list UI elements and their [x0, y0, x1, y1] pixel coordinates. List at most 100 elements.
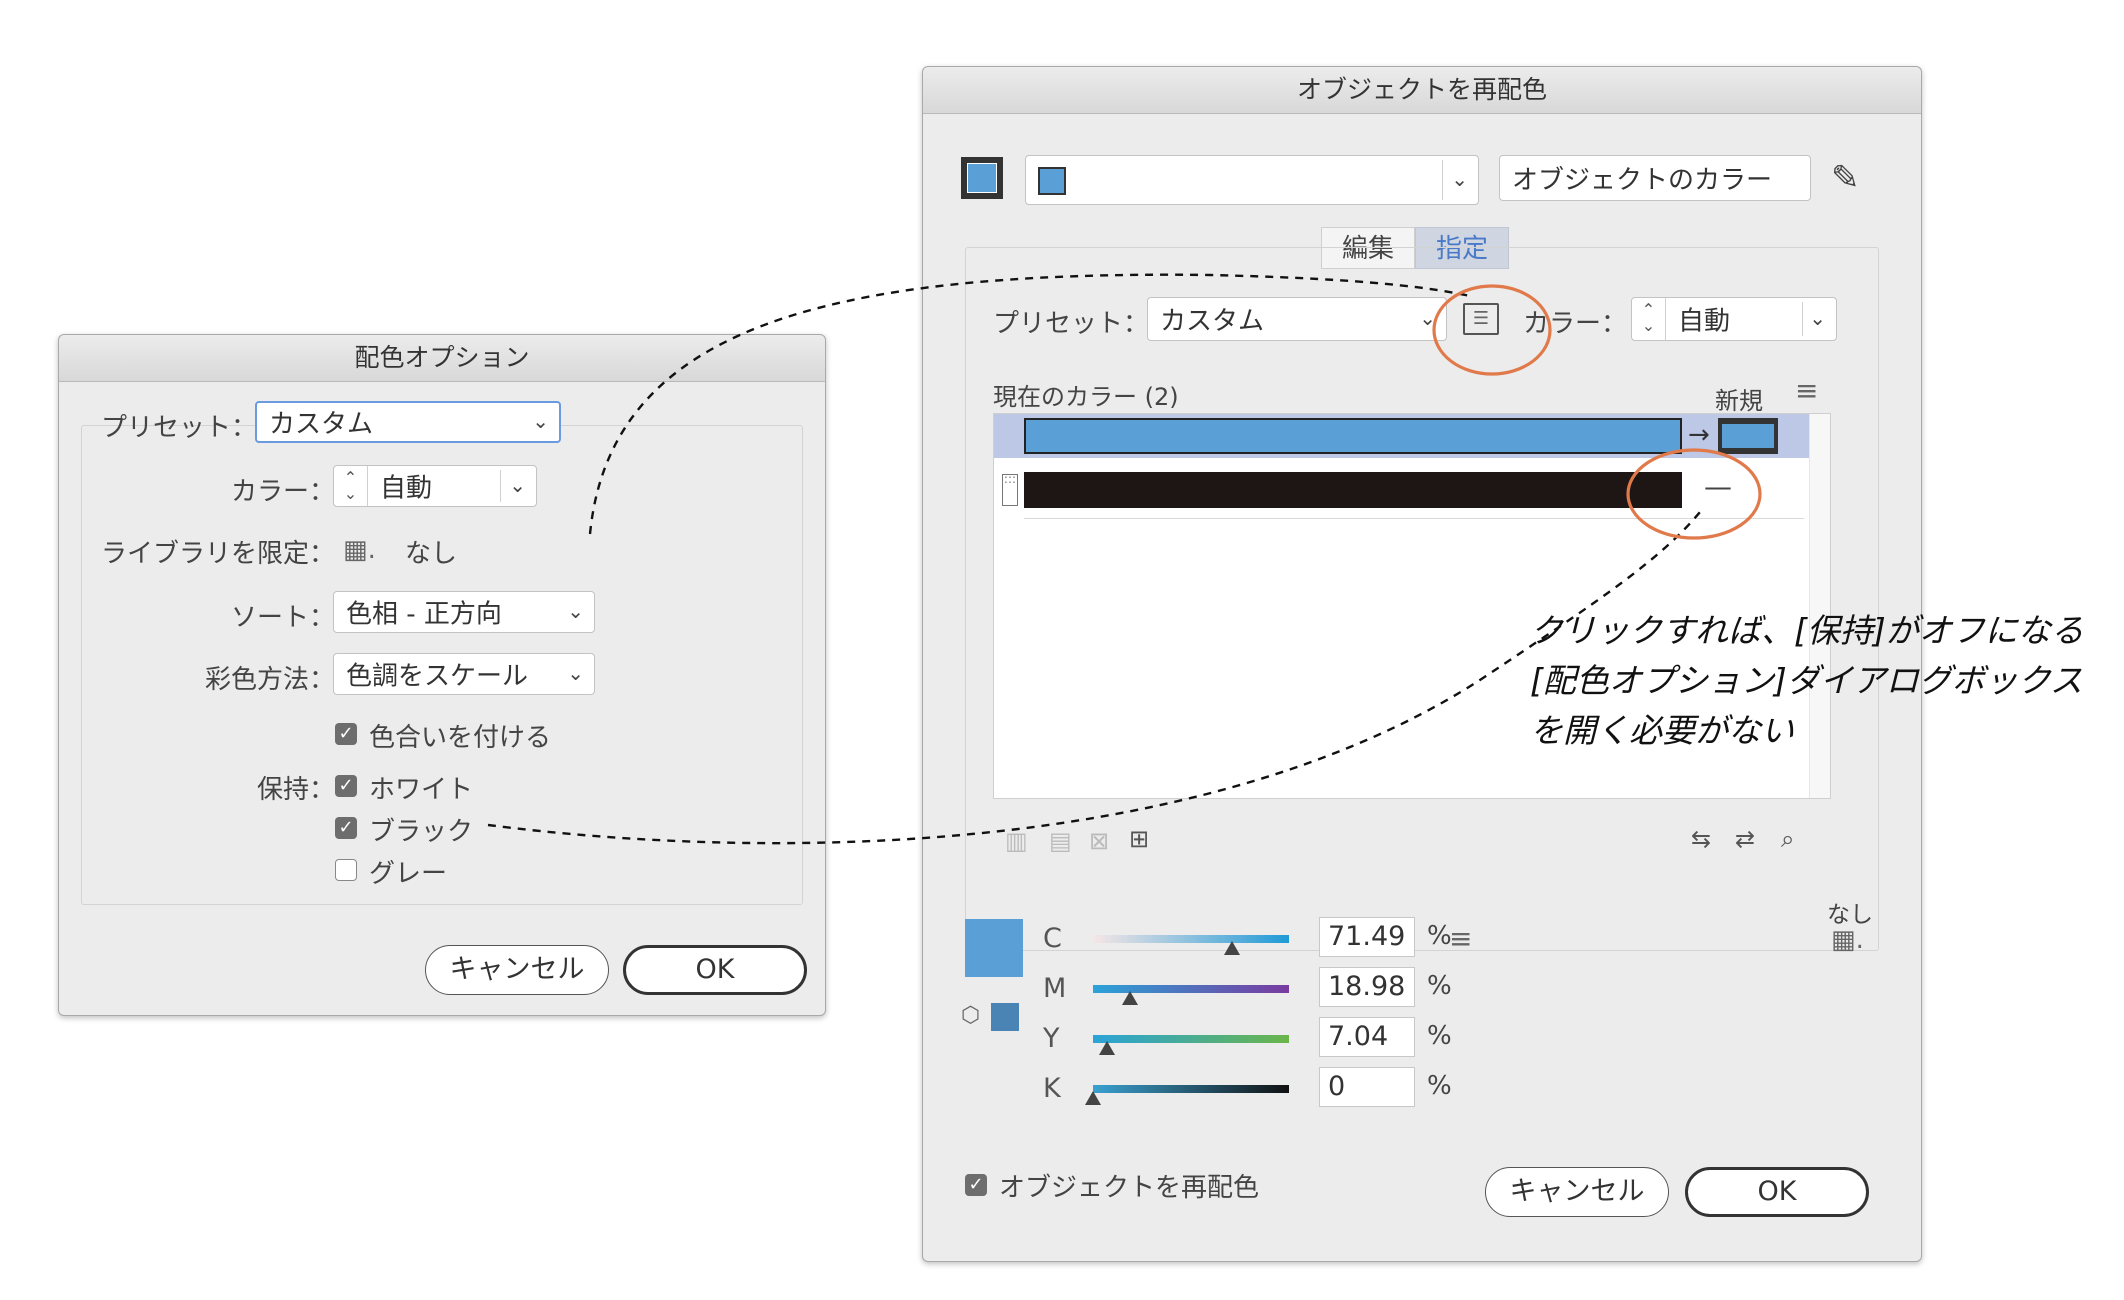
ok-button[interactable]: OK — [623, 945, 807, 995]
chevron-down-icon: ⌄ — [567, 660, 584, 685]
selected-color-swatch[interactable] — [965, 919, 1023, 977]
stepper-icon[interactable]: ⌃ ⌄ — [1632, 298, 1666, 340]
table-row[interactable]: ::: — — [994, 468, 1810, 512]
coloring-method-value: 色調をスケール — [346, 661, 529, 692]
annotation-line-2: [配色オプション]ダイアログボックス — [1530, 661, 2083, 700]
new-label: 新規 — [1715, 387, 1763, 415]
stepper-icon[interactable]: ⌃ ⌄ — [334, 466, 368, 506]
annotation-line-3: を開く必要がない — [1530, 711, 1794, 750]
slider-track[interactable] — [1093, 1035, 1289, 1043]
color-count-value: 自動 — [380, 473, 433, 504]
slider-value-field[interactable]: 0 — [1319, 1067, 1415, 1107]
slider-row-y: Y 7.04% — [1043, 1015, 1463, 1065]
library-grid-icon[interactable]: ▦. — [343, 537, 376, 563]
randomize-saturation-icon[interactable]: ⇄ — [1735, 827, 1755, 851]
chevron-down-icon: ⌄ — [509, 472, 526, 497]
cmyk-sliders: C 71.49% M 18.98% Y 7.04% K 0% — [1043, 915, 1463, 1135]
randomize-order-icon[interactable]: ⇆ — [1691, 827, 1711, 851]
slider-thumb[interactable] — [1224, 941, 1241, 955]
library-value: なし — [405, 539, 458, 569]
slider-label: K — [1043, 1073, 1061, 1104]
preserve-gray-label: グレー — [369, 859, 448, 889]
sort-select[interactable]: 色相 - 正方向 ⌄ — [333, 591, 595, 633]
color-group-select[interactable]: ⌄ — [1025, 155, 1479, 205]
table-row[interactable]: → — [994, 414, 1810, 458]
slider-row-c: C 71.49% — [1043, 915, 1463, 965]
color-options-dialog: 配色オプション プリセット： カスタム ⌄ カラー： ⌃ ⌄ 自動 ⌄ ライブラリ… — [58, 334, 826, 1016]
preserve-gray-checkbox[interactable] — [335, 859, 357, 881]
color-count-select[interactable]: ⌃ ⌄ 自動 ⌄ — [333, 465, 537, 507]
preset-value: カスタム — [269, 409, 374, 440]
cancel-button[interactable]: キャンセル — [1485, 1167, 1669, 1217]
out-of-gamut-cube-icon[interactable]: ⬡ — [961, 1005, 980, 1027]
slider-unit: % — [1427, 1071, 1452, 1101]
none-label: なし — [1827, 902, 1873, 928]
color-group-handle[interactable]: ::: — [1002, 473, 1018, 506]
preset-select[interactable]: カスタム ⌄ — [255, 401, 561, 443]
slider-unit: % — [1427, 1021, 1452, 1051]
menu-icon[interactable]: ≡ — [1449, 925, 1472, 953]
coloring-method-select[interactable]: 色調をスケール ⌄ — [333, 653, 595, 695]
slider-track[interactable] — [1093, 1085, 1289, 1093]
tint-label: 色合いを付ける — [369, 723, 552, 753]
preserve-black-checkbox[interactable]: ✓ — [335, 817, 357, 839]
color-options-icon[interactable]: ☰ — [1463, 303, 1499, 335]
separate-colors-icon[interactable]: ▤ — [1049, 829, 1072, 853]
chevron-down-icon: ⌄ — [1419, 305, 1436, 330]
slider-value-field[interactable]: 18.98 — [1319, 967, 1415, 1007]
slider-thumb[interactable] — [1122, 991, 1139, 1005]
eyedropper-icon[interactable]: ✎ — [1831, 161, 1860, 195]
slider-value-field[interactable]: 7.04 — [1319, 1017, 1415, 1057]
preserve-white-checkbox[interactable]: ✓ — [335, 775, 357, 797]
preset-value: カスタム — [1160, 306, 1265, 337]
do-not-change-indicator[interactable]: — — [1704, 470, 1732, 503]
new-row-icon[interactable]: ⊞ — [1129, 827, 1149, 851]
menu-icon[interactable]: ≡ — [1795, 377, 1818, 405]
preserve-label: 保持： — [257, 775, 336, 805]
recolor-art-label: オブジェクトを再配色 — [999, 1173, 1260, 1203]
slider-track[interactable] — [1093, 935, 1289, 943]
chevron-down-icon: ⌄ — [567, 598, 584, 623]
color-group-swatch — [1038, 167, 1066, 195]
slider-thumb[interactable] — [1098, 1041, 1115, 1055]
tint-checkbox[interactable]: ✓ — [335, 723, 357, 745]
slider-thumb[interactable] — [1085, 1091, 1101, 1105]
sort-value: 色相 - 正方向 — [346, 599, 502, 630]
chevron-down-icon: ⌄ — [1451, 166, 1468, 191]
slider-unit: % — [1427, 971, 1452, 1001]
color-label: カラー： — [231, 477, 336, 507]
color-count-select[interactable]: ⌃ ⌄ 自動 ⌄ — [1631, 297, 1837, 341]
slider-label: Y — [1043, 1023, 1060, 1054]
chevron-down-icon: ⌄ — [1809, 305, 1826, 330]
library-grid-icon[interactable]: ▦. — [1831, 927, 1864, 953]
preset-label: プリセット： — [993, 309, 1150, 339]
ok-button[interactable]: OK — [1685, 1167, 1869, 1217]
slider-row-m: M 18.98% — [1043, 965, 1463, 1015]
cancel-button[interactable]: キャンセル — [425, 945, 609, 995]
slider-value-field[interactable]: 71.49 — [1319, 917, 1415, 957]
current-colors-label: 現在のカラー (2) — [993, 383, 1179, 411]
dialog-title: オブジェクトを再配色 — [923, 67, 1921, 114]
arrow-right-icon[interactable]: → — [1688, 422, 1710, 448]
source-colors-value: オブジェクトのカラー — [1512, 165, 1773, 196]
new-color-swatch[interactable] — [1718, 418, 1778, 454]
dialog-title: 配色オプション — [59, 335, 825, 382]
recolor-art-checkbox[interactable]: ✓ — [965, 1174, 987, 1196]
slider-unit: % — [1427, 921, 1452, 951]
current-color-bar[interactable] — [1024, 472, 1682, 508]
find-color-icon[interactable]: ⌕ — [1781, 827, 1794, 851]
preset-select[interactable]: カスタム ⌄ — [1147, 297, 1447, 341]
chevron-down-icon: ⌄ — [532, 408, 549, 433]
color-count-label: カラー： — [1523, 309, 1628, 339]
preset-label: プリセット： — [101, 413, 258, 443]
gamut-swatch[interactable] — [991, 1003, 1019, 1031]
exclude-colors-icon[interactable]: ⊠ — [1089, 829, 1109, 853]
sort-label: ソート： — [231, 603, 336, 633]
active-color-icon[interactable] — [961, 157, 1003, 199]
current-color-bar[interactable] — [1024, 418, 1682, 454]
merge-colors-icon[interactable]: ▥ — [1005, 829, 1028, 853]
slider-label: M — [1043, 973, 1067, 1004]
preserve-white-label: ホワイト — [369, 775, 474, 805]
preserve-black-label: ブラック — [369, 817, 474, 847]
source-colors-field[interactable]: オブジェクトのカラー — [1499, 155, 1811, 201]
